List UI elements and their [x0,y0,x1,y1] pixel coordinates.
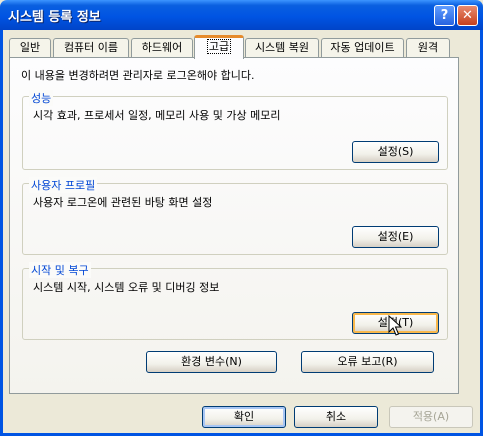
admin-notice: 이 내용을 변경하려면 관리자로 로그온해야 합니다. [21,69,255,82]
tab-label: 원격 [417,41,439,54]
tab-label: 고급 [206,39,232,54]
tab-computer-name[interactable]: 컴퓨터 이름 [53,38,129,57]
mouse-cursor-icon [388,315,402,336]
performance-settings-button[interactable]: 설정(S) [352,141,439,163]
system-properties-dialog: 시스템 등록 정보 ? ✕ 일반 컴퓨터 이름 하드웨어 고급 시스템 복원 자… [0,0,483,436]
window-title: 시스템 등록 정보 [8,10,101,25]
environment-variables-button[interactable]: 환경 변수(N) [146,351,277,373]
user-profiles-description: 사용자 로그온에 관련된 바탕 화면 설정 [33,196,213,209]
error-reporting-button[interactable]: 오류 보고(R) [301,351,434,373]
performance-description: 시각 효과, 프로세서 일정, 메모리 사용 및 가상 메모리 [33,109,281,122]
tab-label: 자동 업데이트 [330,41,395,54]
tab-label: 시스템 복원 [254,41,310,54]
ok-button[interactable]: 확인 [202,406,286,428]
tab-advanced[interactable]: 고급 [194,35,244,59]
close-icon: ✕ [462,8,473,23]
apply-button[interactable]: 적용(A) [389,406,473,428]
tab-hardware[interactable]: 하드웨어 [131,38,193,57]
close-button[interactable]: ✕ [457,5,478,26]
help-icon: ? [440,8,449,23]
startup-recovery-description: 시스템 시작, 시스템 오류 및 디버깅 정보 [33,281,220,294]
title-bar[interactable]: 시스템 등록 정보 ? ✕ [0,0,483,30]
tab-label: 일반 [19,41,41,54]
startup-recovery-group-title: 시작 및 복구 [29,262,91,278]
tab-automatic-updates[interactable]: 자동 업데이트 [321,38,404,57]
tab-label: 하드웨어 [141,41,183,54]
window-frame-left [0,30,3,436]
help-button[interactable]: ? [434,5,455,26]
tab-general[interactable]: 일반 [9,38,51,57]
user-profiles-settings-button[interactable]: 설정(E) [352,226,439,248]
tab-remote[interactable]: 원격 [406,38,450,57]
user-profiles-group-title: 사용자 프로필 [29,177,98,193]
tab-label: 컴퓨터 이름 [63,41,119,54]
performance-group-title: 성능 [29,90,54,106]
tab-system-restore[interactable]: 시스템 복원 [245,38,319,57]
cancel-button[interactable]: 취소 [294,406,378,428]
